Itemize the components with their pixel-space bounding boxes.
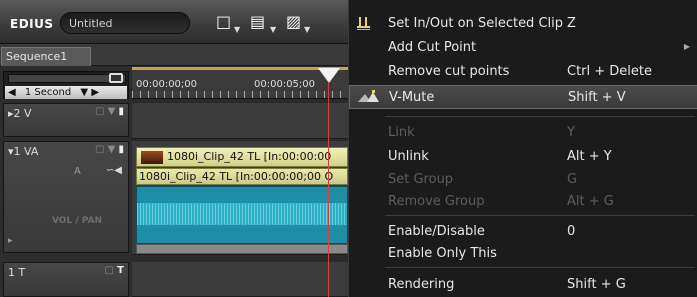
playhead-line [328,82,329,297]
new-project-icon[interactable]: □ [216,12,231,34]
chevron-down-icon[interactable]: ▼ [80,87,88,98]
menu-separator [385,116,695,117]
menu-item-remove-cut-points[interactable]: Remove cut points Ctrl + Delete [349,60,697,82]
submenu-arrow-icon: ▶ [683,42,690,51]
track-header-1va[interactable]: ▾1 VA ▢ ▼ ▮ A ∽◀ VOL / PAN ▸ [3,141,129,253]
expand-arrow-icon[interactable]: ▸ [8,236,13,246]
track-label: ▸2 V [8,107,32,120]
select-left-icon[interactable]: ◀ [8,87,16,98]
clip-label: 1080i_Clip_42 TL [In:00:00:00;00 O [139,170,334,183]
v-mute-icon [358,90,379,102]
app-logo: EDIUS [10,17,54,31]
timescale-value: 1 Second [24,87,72,98]
menu-item-enable-only-this[interactable]: Enable Only This [349,242,697,264]
save-project-icon[interactable]: ▨ [286,12,301,34]
track-header-1t[interactable]: 1 T ▢ T [3,262,129,297]
ruler-timecode: 00:00:05;00 [254,79,316,90]
menu-item-enable-disable[interactable]: Enable/Disable 0 [349,220,697,242]
menu-item-link: Link Y [388,125,575,140]
project-name-field[interactable]: Untitled [60,12,190,34]
chevron-down-icon[interactable]: ▼ [234,25,240,34]
track-lock-icon[interactable]: ▢ ▼ ▮ [95,144,124,155]
timescale-slider[interactable] [8,73,126,83]
waveform-shape [137,203,347,225]
chevron-down-icon[interactable]: ▼ [270,25,276,34]
audio-clip[interactable]: 1080i_Clip_42 TL [In:00:00:00;00 O [136,168,348,185]
menu-item-rendering[interactable]: Rendering Shift + G [349,273,697,295]
clip-footer-bar [136,244,348,254]
track-header-panel: ◀ 1 Second ▼ ▶ ▸2 V ▢ ▼ ▮ ▾1 VA ▢ ▼ ▮ A … [0,67,132,297]
edius-window: EDIUS Untitled □ ▼ ▤ ▼ ▨ ▼ Sequence1 ◀ 1… [0,0,697,297]
toolbar: EDIUS Untitled □ ▼ ▤ ▼ ▨ ▼ [0,0,348,44]
timeline-ruler[interactable]: 00:00:00;00 00:00:05;00 [132,67,348,99]
menu-item-unlink[interactable]: Unlink Alt + Y [349,145,697,167]
timescale-slider-knob[interactable] [109,73,123,83]
menu-item-v-mute[interactable]: V-Mute Shift + V [349,85,697,109]
ruler-timecode: 00:00:00;00 [136,79,198,90]
menu-item-add-cut-point[interactable]: Add Cut Point ▶ [349,36,697,58]
clip-label: 1080i_Clip_42 TL [In:00:00:00 [167,150,332,163]
open-project-icon[interactable]: ▤ [250,12,265,34]
clip-thumbnail [141,150,163,164]
chevron-down-icon[interactable]: ▼ [304,25,310,34]
audio-channel-icon[interactable]: A [74,166,81,177]
tab-sequence1[interactable]: Sequence1 [1,47,91,66]
sequence-tab-bar: Sequence1 [0,44,348,66]
video-clip[interactable]: 1080i_Clip_42 TL [In:00:00:00 [136,147,348,167]
menu-separator [385,267,695,268]
timescale-select[interactable]: ◀ 1 Second ▼ ▶ [5,86,127,99]
track-header-2v[interactable]: ▸2 V ▢ ▼ ▮ [3,103,129,137]
select-right-icon[interactable]: ▶ [91,87,99,98]
track-lane-1t[interactable] [132,262,348,297]
track-label: 1 T [8,266,26,279]
clip-context-menu: Set In/Out on Selected Clip Z Add Cut Po… [348,0,697,297]
timescale-control: ◀ 1 Second ▼ ▶ [3,71,129,99]
track-lock-icon[interactable]: ▢ T [105,265,124,276]
in-out-range-bar [132,67,348,70]
menu-item-set-in-out[interactable]: Set In/Out on Selected Clip Z [349,12,697,34]
track-label: ▾1 VA [8,145,39,158]
speaker-icon[interactable]: ∽◀ [106,165,122,176]
playhead-handle[interactable] [318,68,340,83]
audio-waveform[interactable] [136,186,348,244]
track-lane-2v[interactable] [132,103,348,139]
menu-separator [385,215,695,216]
set-inout-icon [357,17,370,30]
track-lock-icon[interactable]: ▢ ▼ ▮ [95,106,124,117]
vol-pan-label[interactable]: VOL / PAN [52,216,102,226]
menu-item-set-group: Set Group G [388,172,578,187]
ruler-ticks [132,91,348,98]
menu-item-remove-group: Remove Group Alt + G [388,194,614,209]
